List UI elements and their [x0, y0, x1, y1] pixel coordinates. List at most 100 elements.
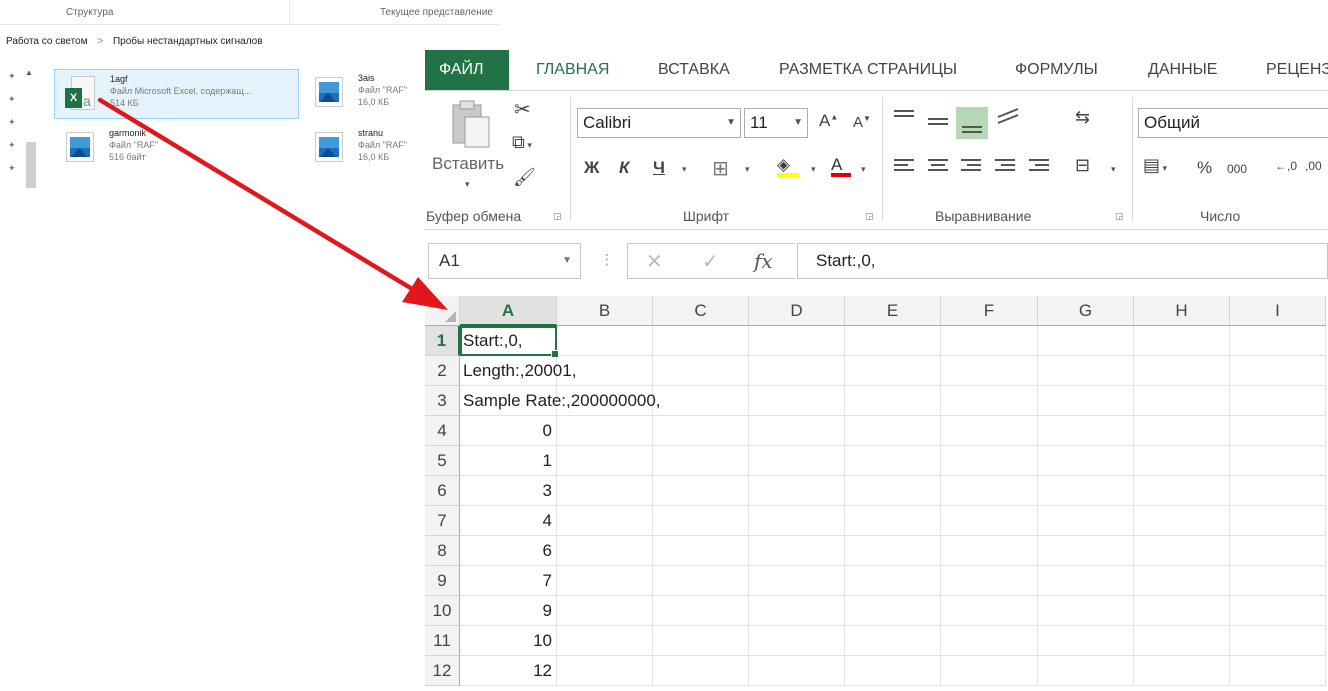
cell[interactable]: [653, 566, 749, 596]
cell[interactable]: [1230, 416, 1326, 446]
cell[interactable]: [749, 536, 845, 566]
cancel-icon[interactable]: ✕: [646, 249, 663, 274]
breadcrumb-item[interactable]: Работа со светом: [6, 36, 88, 47]
cell[interactable]: [1038, 536, 1134, 566]
tab-page-layout[interactable]: РАЗМЕТКА СТРАНИЦЫ: [779, 50, 957, 90]
decrease-decimal-icon[interactable]: ,00: [1305, 159, 1322, 173]
chevron-down-icon[interactable]: ▾: [682, 164, 687, 175]
row-header[interactable]: 5: [425, 446, 460, 476]
tab-home[interactable]: ГЛАВНАЯ: [536, 50, 609, 90]
cell-a3[interactable]: Sample Rate:,200000000,: [460, 386, 661, 416]
cell-a11[interactable]: 10: [460, 626, 557, 656]
name-box[interactable]: A1 ▼: [428, 243, 581, 279]
cell[interactable]: [653, 626, 749, 656]
cell[interactable]: [557, 506, 653, 536]
borders-icon[interactable]: ⊞: [712, 156, 729, 181]
cell[interactable]: [1134, 476, 1230, 506]
cell[interactable]: [1038, 476, 1134, 506]
row-header[interactable]: 9: [425, 566, 460, 596]
cell[interactable]: [1230, 566, 1326, 596]
cell[interactable]: [653, 476, 749, 506]
cell[interactable]: [653, 536, 749, 566]
cell[interactable]: [557, 656, 653, 686]
column-header-d[interactable]: D: [749, 296, 845, 326]
cell[interactable]: [1230, 596, 1326, 626]
cell[interactable]: [1134, 566, 1230, 596]
file-item-garmonik[interactable]: garmonik Файл "RAF" 516 байт: [54, 124, 299, 174]
cell[interactable]: [653, 506, 749, 536]
cell[interactable]: [941, 386, 1038, 416]
row-header[interactable]: 12: [425, 656, 460, 686]
cell[interactable]: [1038, 446, 1134, 476]
decrease-font-icon[interactable]: A▼: [853, 114, 871, 131]
cell[interactable]: [1230, 386, 1326, 416]
cell[interactable]: [941, 446, 1038, 476]
cell[interactable]: [653, 386, 749, 416]
dialog-launcher-icon[interactable]: ◲: [553, 211, 562, 222]
column-header-g[interactable]: G: [1038, 296, 1134, 326]
column-header-b[interactable]: B: [557, 296, 653, 326]
insert-function-button[interactable]: fx: [754, 249, 773, 273]
cell-a6[interactable]: 3: [460, 476, 557, 506]
cell[interactable]: [749, 566, 845, 596]
wrap-text-icon[interactable]: ⇆: [1075, 107, 1090, 128]
cell[interactable]: [1230, 446, 1326, 476]
cell[interactable]: [845, 416, 941, 446]
cell[interactable]: [1134, 506, 1230, 536]
cell[interactable]: [557, 446, 653, 476]
cell[interactable]: [557, 416, 653, 446]
cell[interactable]: [845, 476, 941, 506]
cell[interactable]: [1230, 326, 1326, 356]
cell[interactable]: [941, 566, 1038, 596]
cell[interactable]: [1134, 326, 1230, 356]
format-painter-icon[interactable]: 🖌: [513, 167, 536, 188]
cell[interactable]: [1038, 566, 1134, 596]
cell-a2[interactable]: Length:,20001,: [460, 356, 576, 386]
cut-icon[interactable]: ✂: [514, 97, 531, 122]
cell[interactable]: [1134, 626, 1230, 656]
pin-icon[interactable]: ✦: [8, 71, 16, 82]
cell-a5[interactable]: 1: [460, 446, 557, 476]
cell[interactable]: [653, 416, 749, 446]
cell[interactable]: [845, 356, 941, 386]
column-header-current-view[interactable]: Текущее представление: [290, 0, 500, 25]
thousands-separator-button[interactable]: 000: [1227, 162, 1247, 176]
cell[interactable]: [1038, 356, 1134, 386]
cell[interactable]: [1230, 626, 1326, 656]
cell[interactable]: [557, 626, 653, 656]
cell[interactable]: [1134, 386, 1230, 416]
cell[interactable]: [1230, 356, 1326, 386]
cell[interactable]: [749, 506, 845, 536]
tab-formulas[interactable]: ФОРМУЛЫ: [1015, 50, 1098, 90]
cell[interactable]: [845, 536, 941, 566]
cell[interactable]: [749, 626, 845, 656]
cell[interactable]: [1038, 656, 1134, 686]
tab-review[interactable]: РЕЦЕНЗ: [1266, 50, 1328, 90]
cell[interactable]: [653, 326, 749, 356]
row-header[interactable]: 1: [425, 326, 460, 356]
enter-icon[interactable]: ✓: [702, 249, 719, 274]
cell[interactable]: [557, 596, 653, 626]
cell-a9[interactable]: 7: [460, 566, 557, 596]
row-header[interactable]: 11: [425, 626, 460, 656]
cell[interactable]: [1038, 326, 1134, 356]
cell[interactable]: [845, 626, 941, 656]
cell[interactable]: [749, 386, 845, 416]
cell[interactable]: [653, 596, 749, 626]
cell[interactable]: [941, 326, 1038, 356]
cell[interactable]: [941, 476, 1038, 506]
cell[interactable]: [557, 566, 653, 596]
cell[interactable]: [1134, 356, 1230, 386]
chevron-down-icon[interactable]: ▾: [745, 164, 750, 175]
underline-button[interactable]: Ч: [653, 158, 665, 178]
worksheet-grid[interactable]: ABCDEFGHI 1 Start:,0, 2 Length:,20001, 3 Samp…: [425, 296, 1328, 691]
pin-icon[interactable]: ✦: [8, 117, 16, 128]
cell[interactable]: [941, 596, 1038, 626]
pin-icon[interactable]: ✦: [8, 94, 16, 105]
column-header-structure[interactable]: Структура: [0, 0, 290, 25]
cell[interactable]: [1134, 656, 1230, 686]
italic-button[interactable]: К: [619, 158, 629, 178]
cell[interactable]: [557, 326, 653, 356]
column-header-h[interactable]: H: [1134, 296, 1230, 326]
row-header[interactable]: 10: [425, 596, 460, 626]
